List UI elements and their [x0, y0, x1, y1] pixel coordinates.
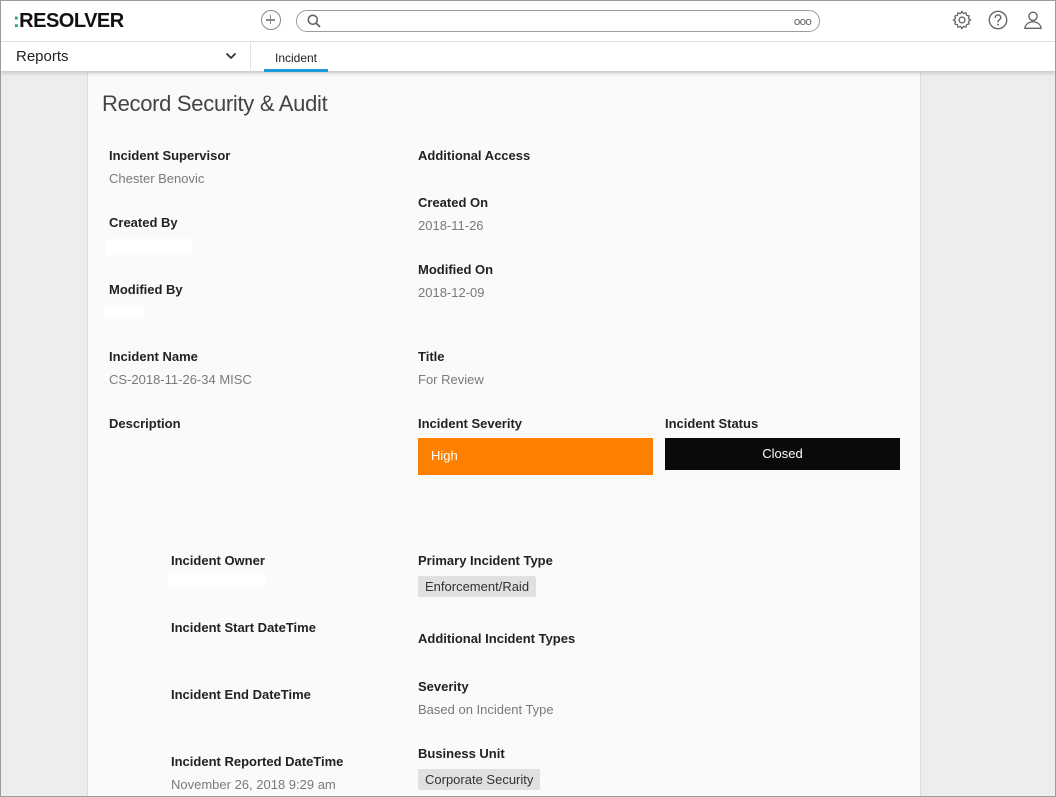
redacted-value [168, 573, 266, 587]
field-label: Incident Severity [418, 416, 523, 431]
redacted-value [106, 239, 192, 255]
field-incident-start: Incident Start DateTime [171, 620, 316, 635]
field-additional-access: Additional Access [418, 148, 530, 163]
add-icon[interactable] [261, 10, 281, 30]
incident-type-chip[interactable]: Enforcement/Raid [418, 576, 537, 597]
field-label: Additional Incident Types [418, 631, 576, 646]
field-primary-incident-type: Primary Incident Type Enforcement/Raid [418, 553, 553, 597]
field-value[interactable]: November 26, 2018 9:29 am [171, 777, 343, 792]
field-label: Incident Owner [171, 553, 265, 568]
field-modified-by: Modified By [109, 282, 183, 297]
search-icon [307, 14, 321, 28]
field-label: Incident Name [109, 349, 198, 364]
top-header: :RESOLVER ooo [1, 1, 1055, 42]
field-value: Based on Incident Type [418, 702, 554, 717]
field-additional-incident-types: Additional Incident Types [418, 631, 575, 646]
nav-divider [250, 42, 251, 72]
field-title: Title For Review [418, 349, 484, 387]
field-incident-owner: Incident Owner [171, 553, 265, 568]
more-icon[interactable]: ooo [794, 15, 812, 28]
field-value[interactable]: For Review [418, 372, 484, 387]
field-value: 2018-11-26 [418, 218, 484, 233]
field-label: Incident Supervisor [109, 148, 231, 163]
status-badge[interactable]: Closed [665, 438, 900, 470]
search-bar[interactable]: ooo [296, 10, 820, 32]
field-incident-reported: Incident Reported DateTime November 26, … [171, 754, 343, 792]
chevron-down-icon[interactable] [225, 50, 237, 62]
tab-incident-label: Incident [274, 51, 318, 65]
page-title: Record Security & Audit [102, 91, 328, 116]
field-created-by: Created By [109, 215, 178, 230]
field-business-unit: Business Unit Corporate Security [418, 746, 541, 790]
field-modified-on: Modified On 2018-12-09 [418, 262, 493, 300]
reports-dropdown-label[interactable]: Reports [16, 48, 69, 65]
redacted-value [104, 305, 144, 317]
field-label: Business Unit [418, 746, 505, 761]
severity-badge[interactable]: High [418, 438, 653, 475]
field-label: Incident Status [665, 416, 759, 431]
tab-active-indicator [264, 69, 328, 72]
tab-incident[interactable]: Incident [264, 42, 328, 72]
field-label: Title [418, 349, 445, 364]
field-label: Created On [418, 195, 489, 210]
field-label: Additional Access [418, 148, 531, 163]
record-card: Record Security & Audit Incident Supervi… [87, 73, 921, 796]
business-unit-chip[interactable]: Corporate Security [418, 769, 541, 790]
field-incident-end: Incident End DateTime [171, 687, 311, 702]
logo-text: RESOLVER [19, 10, 124, 32]
field-label: Incident End DateTime [171, 687, 311, 702]
field-severity: Severity Based on Incident Type [418, 679, 554, 717]
field-incident-severity: Incident Severity [418, 416, 522, 431]
field-label: Modified On [418, 262, 494, 277]
field-label: Description [109, 416, 181, 431]
field-label: Modified By [109, 282, 183, 297]
field-label: Incident Reported DateTime [171, 754, 344, 769]
search-input[interactable] [327, 12, 777, 30]
field-created-on: Created On 2018-11-26 [418, 195, 488, 233]
field-incident-status: Incident Status [665, 416, 758, 431]
field-label: Primary Incident Type [418, 553, 553, 568]
user-icon[interactable] [1022, 9, 1044, 31]
nav-bar: Reports Incident [1, 42, 1055, 72]
resolver-logo[interactable]: :RESOLVER [13, 10, 124, 33]
gear-icon[interactable] [951, 9, 973, 31]
field-incident-supervisor: Incident Supervisor Chester Benovic [109, 148, 230, 186]
field-label: Incident Start DateTime [171, 620, 316, 635]
field-label: Created By [109, 215, 178, 230]
field-incident-name: Incident Name CS-2018-11-26-34 MISC [109, 349, 252, 387]
help-icon[interactable] [987, 9, 1009, 31]
field-value[interactable]: CS-2018-11-26-34 MISC [109, 372, 252, 387]
field-value[interactable]: Chester Benovic [109, 171, 230, 186]
field-label: Severity [418, 679, 469, 694]
field-description: Description [109, 416, 181, 431]
field-value: 2018-12-09 [418, 285, 485, 300]
app-window: :RESOLVER ooo Reports Incident Record Se… [0, 0, 1056, 797]
